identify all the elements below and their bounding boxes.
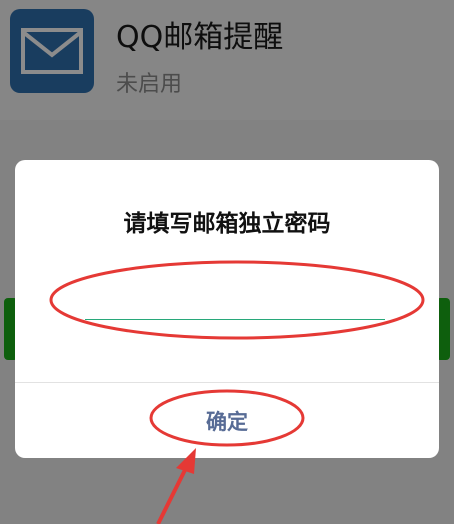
password-input[interactable]	[85, 280, 385, 320]
dialog-title: 请填写邮箱独立密码	[123, 211, 331, 237]
confirm-button[interactable]: 确定	[15, 383, 439, 458]
password-dialog: 请填写邮箱独立密码 确定	[15, 160, 439, 458]
